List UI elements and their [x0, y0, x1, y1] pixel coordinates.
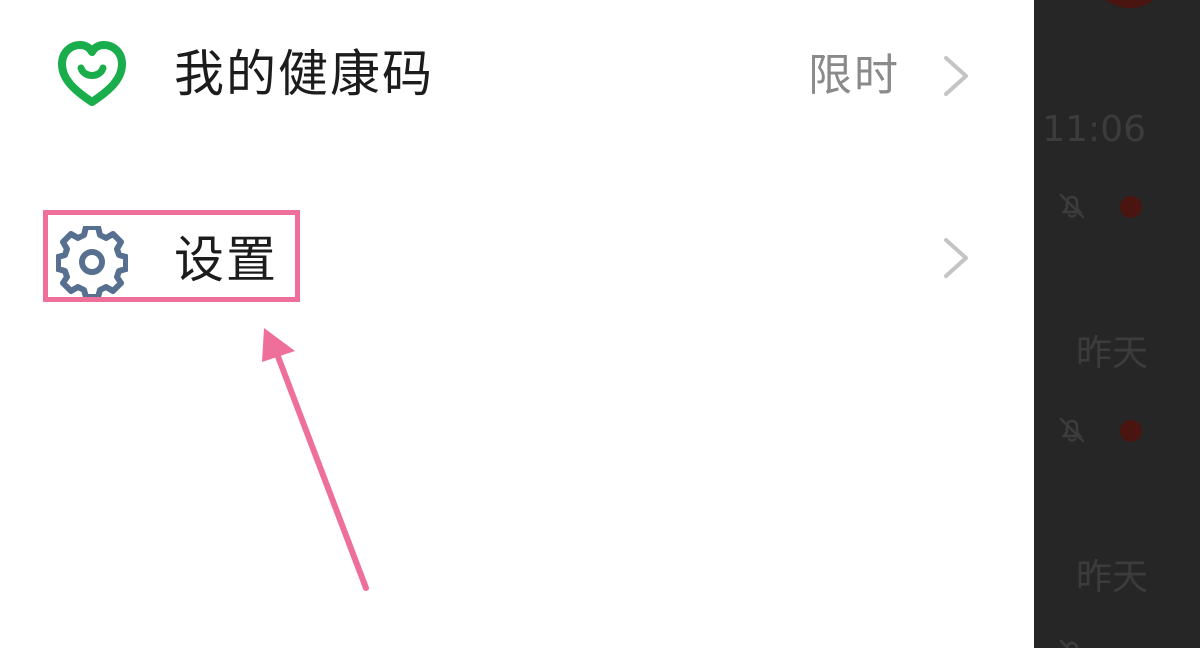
avatar — [1090, 0, 1170, 8]
side-drawer: 我的健康码 限时 设置 — [0, 0, 1034, 648]
menu-item-health-code[interactable]: 我的健康码 限时 — [0, 14, 1034, 134]
chat-time: 昨天 — [1075, 557, 1148, 598]
limited-time-tag: 限时 — [808, 50, 900, 101]
chevron-right-icon — [944, 238, 968, 278]
bell-off-icon — [1059, 193, 1085, 219]
menu-item-label: 我的健康码 — [174, 45, 434, 103]
settings-highlight-box — [43, 210, 300, 302]
health-code-heart-icon — [58, 41, 126, 106]
unread-dot — [1120, 196, 1142, 218]
dimmed-chat-list[interactable]: 11:06 昨天 昨天 — [1034, 0, 1200, 648]
unread-dot — [1120, 420, 1142, 442]
chat-time: 11:06 — [1042, 109, 1146, 150]
chat-time: 昨天 — [1075, 333, 1148, 374]
bell-off-icon — [1059, 639, 1079, 648]
chevron-right-icon — [944, 56, 968, 96]
bell-off-icon — [1059, 417, 1085, 443]
